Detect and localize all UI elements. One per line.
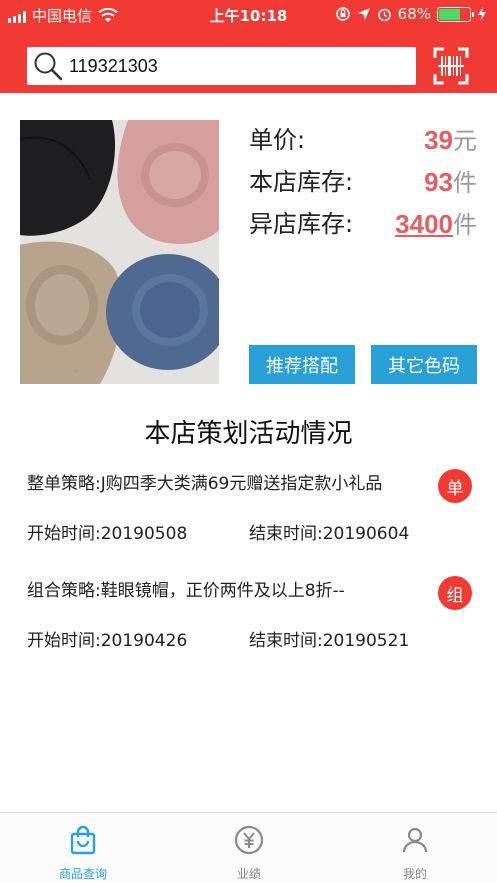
search-icon xyxy=(34,52,63,81)
alarm-icon xyxy=(377,8,391,21)
tab-bar: 商品查询 业绩 我的 xyxy=(0,812,497,883)
svg-text:·: · xyxy=(75,367,78,376)
tab-product-query[interactable]: 商品查询 xyxy=(0,813,166,883)
price-value: 39 xyxy=(424,125,453,155)
promotion-start-date: 开始时间:20190426 xyxy=(27,631,188,651)
promotion-end-date: 结束时间:20190521 xyxy=(249,631,410,651)
price-unit: 元 xyxy=(453,127,477,155)
battery-icon xyxy=(437,6,474,22)
other-stock-link[interactable]: 3400 xyxy=(395,209,453,239)
tab-label: 业绩 xyxy=(236,867,261,881)
battery-percent: 68% xyxy=(397,5,431,23)
yuan-icon xyxy=(234,825,264,855)
tab-label: 商品查询 xyxy=(58,867,107,881)
tab-performance[interactable]: 业绩 xyxy=(166,813,332,883)
header: 中国电信 上午10:18 68% xyxy=(0,0,497,93)
user-icon xyxy=(402,827,428,853)
tab-mine[interactable]: 我的 xyxy=(332,813,497,883)
other-colors-button[interactable]: 其它色码 xyxy=(371,345,477,384)
recommend-button[interactable]: 推荐搭配 xyxy=(249,345,355,384)
store-stock-label: 本店库存: xyxy=(249,168,354,196)
search-bar[interactable] xyxy=(27,47,416,85)
other-stock-label: 异店库存: xyxy=(249,210,354,238)
search-input[interactable] xyxy=(69,55,389,77)
price-row: 单价: 39元 xyxy=(249,122,477,164)
price-label: 单价: xyxy=(249,126,306,154)
store-stock-row: 本店库存: 93件 xyxy=(249,164,477,206)
charging-icon xyxy=(478,7,486,21)
promotion-badge: 单 xyxy=(438,469,472,503)
product-photo: · xyxy=(20,120,219,384)
promotion-title: 整单策略:J购四季大类满69元赠送指定款小礼品 xyxy=(27,474,383,494)
orientation-lock-icon xyxy=(335,7,350,21)
tab-label: 我的 xyxy=(402,867,427,881)
shopping-bag-icon xyxy=(70,825,96,855)
promotion-start-date: 开始时间:20190508 xyxy=(27,524,188,544)
store-stock-unit: 件 xyxy=(453,169,477,197)
product-info: 单价: 39元 本店库存: 93件 异店库存: 3400件 xyxy=(249,122,477,248)
location-icon xyxy=(357,8,370,20)
barcode-scan-icon[interactable] xyxy=(433,47,469,85)
section-title: 本店策划活动情况 xyxy=(144,419,353,449)
product-image[interactable]: · xyxy=(20,120,219,384)
other-stock-row: 异店库存: 3400件 xyxy=(249,206,477,248)
promotion-badge: 组 xyxy=(438,576,472,610)
other-stock-unit: 件 xyxy=(453,211,477,239)
promotion-end-date: 结束时间:20190604 xyxy=(249,524,410,544)
promotion-title: 组合策略:鞋眼镜帽，正价两件及以上8折-- xyxy=(27,581,345,601)
store-stock-value: 93 xyxy=(424,167,453,197)
status-bar: 中国电信 上午10:18 68% xyxy=(0,0,497,30)
